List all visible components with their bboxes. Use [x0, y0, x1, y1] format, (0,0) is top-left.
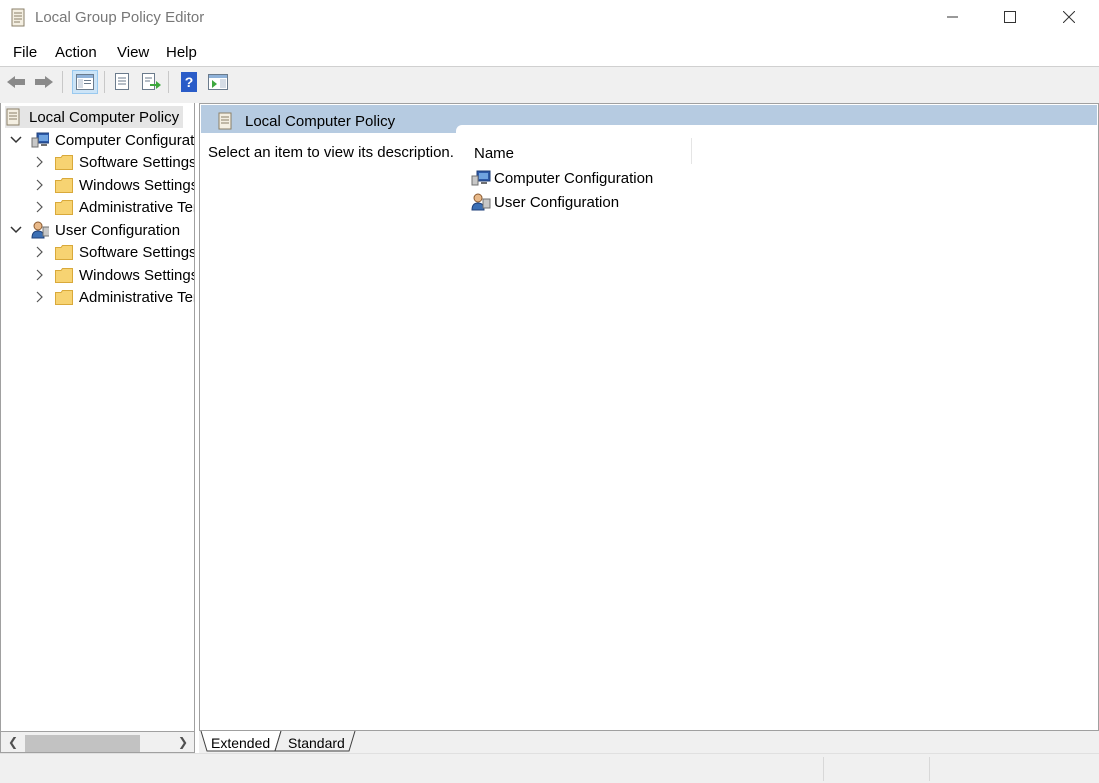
details-header-tab-cutout — [456, 125, 1097, 135]
tree-horizontal-scrollbar[interactable]: ❮ ❯ — [0, 731, 195, 753]
status-divider — [929, 757, 930, 781]
list-item-user-configuration[interactable]: User Configuration — [471, 193, 619, 211]
list-item-computer-configuration[interactable]: Computer Configuration — [471, 169, 653, 187]
tree-item-label: Administrative Templates — [79, 198, 194, 216]
toolbar-divider — [104, 71, 105, 93]
maximize-icon — [1004, 11, 1016, 23]
user-icon — [31, 221, 49, 239]
help-button[interactable]: ? — [178, 71, 200, 93]
details-pane — [199, 103, 1099, 731]
chevron-right-icon[interactable] — [33, 200, 47, 214]
policy-document-icon — [5, 108, 23, 126]
tree-item-computer-windows-settings[interactable]: Windows Settings — [33, 174, 195, 196]
tree-item-label: Windows Settings — [79, 176, 195, 194]
policy-editor-icon — [10, 8, 26, 28]
computer-icon — [31, 132, 49, 148]
toolbar-divider — [168, 71, 169, 93]
tree-item-computer-software-settings[interactable]: Software Settings — [33, 151, 195, 173]
scrollbar-thumb[interactable] — [25, 735, 140, 752]
tab-standard[interactable]: Standard — [288, 733, 345, 753]
tree-item-label: Administrative Templates — [79, 288, 194, 306]
back-button[interactable] — [5, 71, 27, 93]
help-icon: ? — [181, 72, 197, 92]
close-icon — [1063, 11, 1075, 23]
folder-icon — [55, 267, 73, 283]
menu-file[interactable]: File — [13, 44, 37, 61]
tree-item-label: Computer Configuration — [55, 131, 195, 149]
chevron-down-icon[interactable] — [9, 223, 23, 237]
toolbar-divider — [62, 71, 63, 93]
tree-item-user-configuration[interactable]: User Configuration — [9, 219, 180, 241]
folder-icon — [55, 177, 73, 193]
folder-icon — [55, 244, 73, 260]
properties-icon — [115, 73, 129, 90]
chevron-right-icon[interactable] — [33, 155, 47, 169]
menu-bar: File Action View Help — [0, 40, 1099, 65]
tree-item-user-software-settings[interactable]: Software Settings — [33, 241, 195, 263]
tree-item-computer-administrative-templates[interactable]: Administrative Templates — [33, 196, 194, 218]
tab-extended[interactable]: Extended — [211, 733, 270, 753]
back-icon — [7, 76, 25, 88]
tree-item-computer-configuration[interactable]: Computer Configuration — [9, 129, 195, 151]
show-hide-console-tree-icon — [76, 74, 94, 90]
svg-text:?: ? — [185, 74, 194, 90]
tree-item-local-computer-policy[interactable]: Local Computer Policy — [5, 106, 184, 128]
menu-help[interactable]: Help — [166, 44, 197, 61]
show-hide-action-pane-button[interactable] — [207, 71, 229, 93]
list-item-label: User Configuration — [494, 193, 620, 211]
folder-icon — [55, 289, 73, 305]
chevron-right-icon[interactable] — [33, 245, 47, 259]
column-divider[interactable] — [691, 138, 692, 164]
computer-icon — [471, 169, 491, 187]
toolbar: ? — [0, 67, 1099, 97]
list-item-label: Computer Configuration — [494, 169, 654, 187]
details-title: Local Computer Policy — [245, 113, 396, 130]
scroll-right-icon[interactable]: ❯ — [178, 735, 188, 749]
column-header-name[interactable]: Name — [474, 145, 514, 162]
chevron-right-icon[interactable] — [33, 268, 47, 282]
window-title: Local Group Policy Editor — [35, 9, 205, 26]
tree-item-label: Windows Settings — [79, 266, 195, 284]
export-list-button[interactable] — [140, 71, 162, 93]
folder-icon — [55, 154, 73, 170]
minimize-icon — [947, 16, 958, 18]
tree-item-label: Local Computer Policy — [29, 108, 180, 126]
menu-action[interactable]: Action — [55, 44, 97, 61]
properties-button[interactable] — [111, 71, 133, 93]
status-divider — [823, 757, 824, 781]
forward-icon — [35, 76, 53, 88]
tree-item-label: Software Settings — [79, 243, 195, 261]
show-hide-action-pane-icon — [208, 74, 228, 90]
status-bar — [0, 753, 1099, 783]
chevron-right-icon[interactable] — [33, 290, 47, 304]
forward-button[interactable] — [33, 71, 55, 93]
tree-item-label: User Configuration — [55, 221, 181, 239]
tree-item-user-windows-settings[interactable]: Windows Settings — [33, 264, 195, 286]
user-icon — [471, 193, 491, 211]
minimize-button[interactable] — [930, 0, 976, 34]
tree-item-label: Software Settings — [79, 153, 195, 171]
console-tree: Local Computer Policy Computer Configura… — [0, 103, 195, 753]
chevron-down-icon[interactable] — [9, 133, 23, 147]
tree-item-user-administrative-templates[interactable]: Administrative Templates — [33, 286, 194, 308]
policy-document-icon — [217, 112, 233, 133]
close-button[interactable] — [1046, 0, 1092, 34]
folder-icon — [55, 199, 73, 215]
show-hide-console-tree-button[interactable] — [72, 70, 98, 94]
export-list-icon — [142, 73, 161, 90]
description-text: Select an item to view its description. — [208, 144, 454, 161]
menu-view[interactable]: View — [117, 44, 149, 61]
scroll-left-icon[interactable]: ❮ — [8, 735, 18, 749]
chevron-right-icon[interactable] — [33, 178, 47, 192]
maximize-button[interactable] — [987, 0, 1033, 34]
